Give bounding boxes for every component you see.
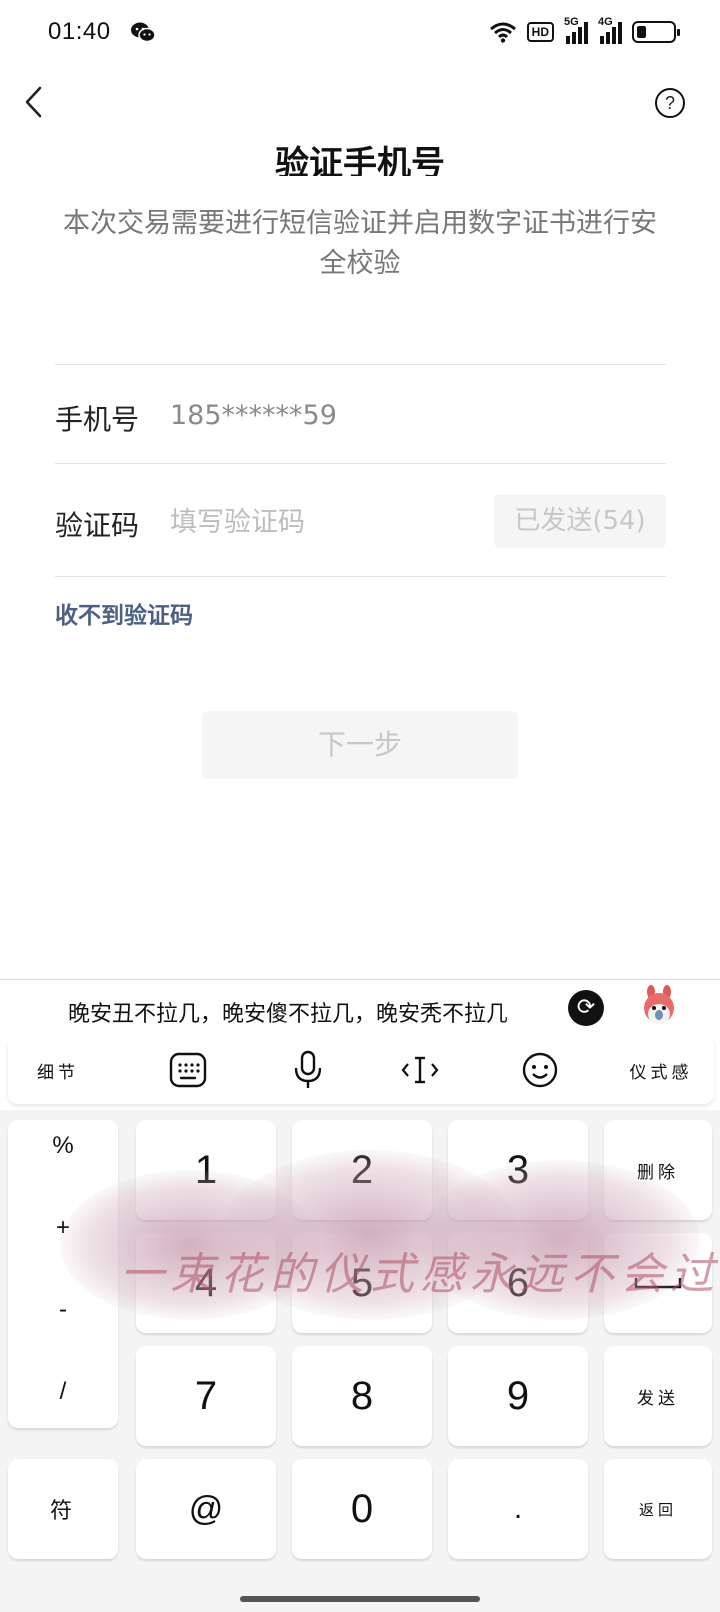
home-indicator[interactable] [240, 1596, 480, 1602]
divider [55, 576, 666, 577]
page-title: 验证手机号 [275, 144, 445, 176]
symbol-column: % + - / [8, 1120, 118, 1428]
symbol-key-plus[interactable]: + [8, 1214, 118, 1242]
emoji-icon[interactable] [500, 1036, 580, 1104]
phone-label: 手机号 [55, 403, 140, 436]
suggestion-text[interactable]: 晚安丑不拉几，晚安傻不拉几，晚安秃不拉几 [68, 996, 556, 1028]
no-code-link[interactable]: 收不到验证码 [55, 596, 193, 630]
key-2[interactable]: 2 [292, 1120, 432, 1220]
symbol-key-percent[interactable]: % [8, 1132, 118, 1160]
dot-key[interactable]: . [448, 1459, 588, 1559]
toolbar-theme-button[interactable]: 仪式感 [608, 1036, 714, 1104]
key-6[interactable]: 6 [448, 1233, 588, 1333]
key-9[interactable]: 9 [448, 1346, 588, 1446]
key-8[interactable]: 8 [292, 1346, 432, 1446]
refresh-icon[interactable]: ⟳ [568, 990, 604, 1026]
page-subtitle: 本次交易需要进行短信验证并启用数字证书进行安全校验 [63, 208, 657, 279]
verification-code-input[interactable] [170, 502, 470, 542]
help-icon[interactable]: ? [655, 88, 685, 118]
symbol-key-minus[interactable]: - [8, 1296, 118, 1324]
at-key[interactable]: @ [136, 1459, 276, 1559]
key-1[interactable]: 1 [136, 1120, 276, 1220]
code-label: 验证码 [55, 509, 140, 542]
battery-icon [632, 21, 680, 43]
return-key[interactable]: 返回 [604, 1459, 712, 1559]
key-0[interactable]: 0 [292, 1459, 432, 1559]
microphone-icon[interactable] [268, 1036, 348, 1104]
keyboard-icon[interactable] [148, 1036, 228, 1104]
divider [55, 463, 666, 464]
cursor-move-icon[interactable] [380, 1036, 460, 1104]
wifi-icon [489, 22, 516, 43]
symbol-switch-key[interactable]: 符 [8, 1459, 118, 1559]
signal-5g-icon: 5G [564, 16, 588, 44]
key-5[interactable]: 5 [292, 1233, 432, 1333]
symbol-key-slash[interactable]: / [8, 1378, 118, 1406]
toolbar-detail-button[interactable]: 细节 [8, 1036, 108, 1104]
space-icon [634, 1278, 682, 1289]
wechat-notification-icon [131, 22, 156, 43]
status-time: 01:40 [48, 18, 111, 45]
key-4[interactable]: 4 [136, 1233, 276, 1333]
key-3[interactable]: 3 [448, 1120, 588, 1220]
hd-voice-icon: HD [526, 22, 554, 42]
space-key[interactable] [604, 1233, 712, 1333]
divider [55, 364, 666, 365]
key-7[interactable]: 7 [136, 1346, 276, 1446]
battery-level [637, 26, 646, 38]
back-icon[interactable] [22, 84, 46, 120]
phone-number-value: 185******59 [170, 400, 337, 431]
mascot-icon[interactable] [640, 984, 678, 1030]
signal-4g-icon: 4G [598, 16, 622, 44]
resend-code-button[interactable]: 已发送(54) [494, 494, 666, 548]
delete-key[interactable]: 删除 [604, 1120, 712, 1220]
next-step-button[interactable]: 下一步 [202, 711, 518, 779]
keyboard-toolbar: 细节 仪式感 [8, 1036, 714, 1104]
status-bar: 01:40 HD 5G 4G [0, 0, 720, 64]
keyboard: 晚安丑不拉几，晚安傻不拉几，晚安秃不拉几 ⟳ 细节 仪式感 % + - / 1 … [0, 979, 720, 1612]
send-key[interactable]: 发送 [604, 1346, 712, 1446]
